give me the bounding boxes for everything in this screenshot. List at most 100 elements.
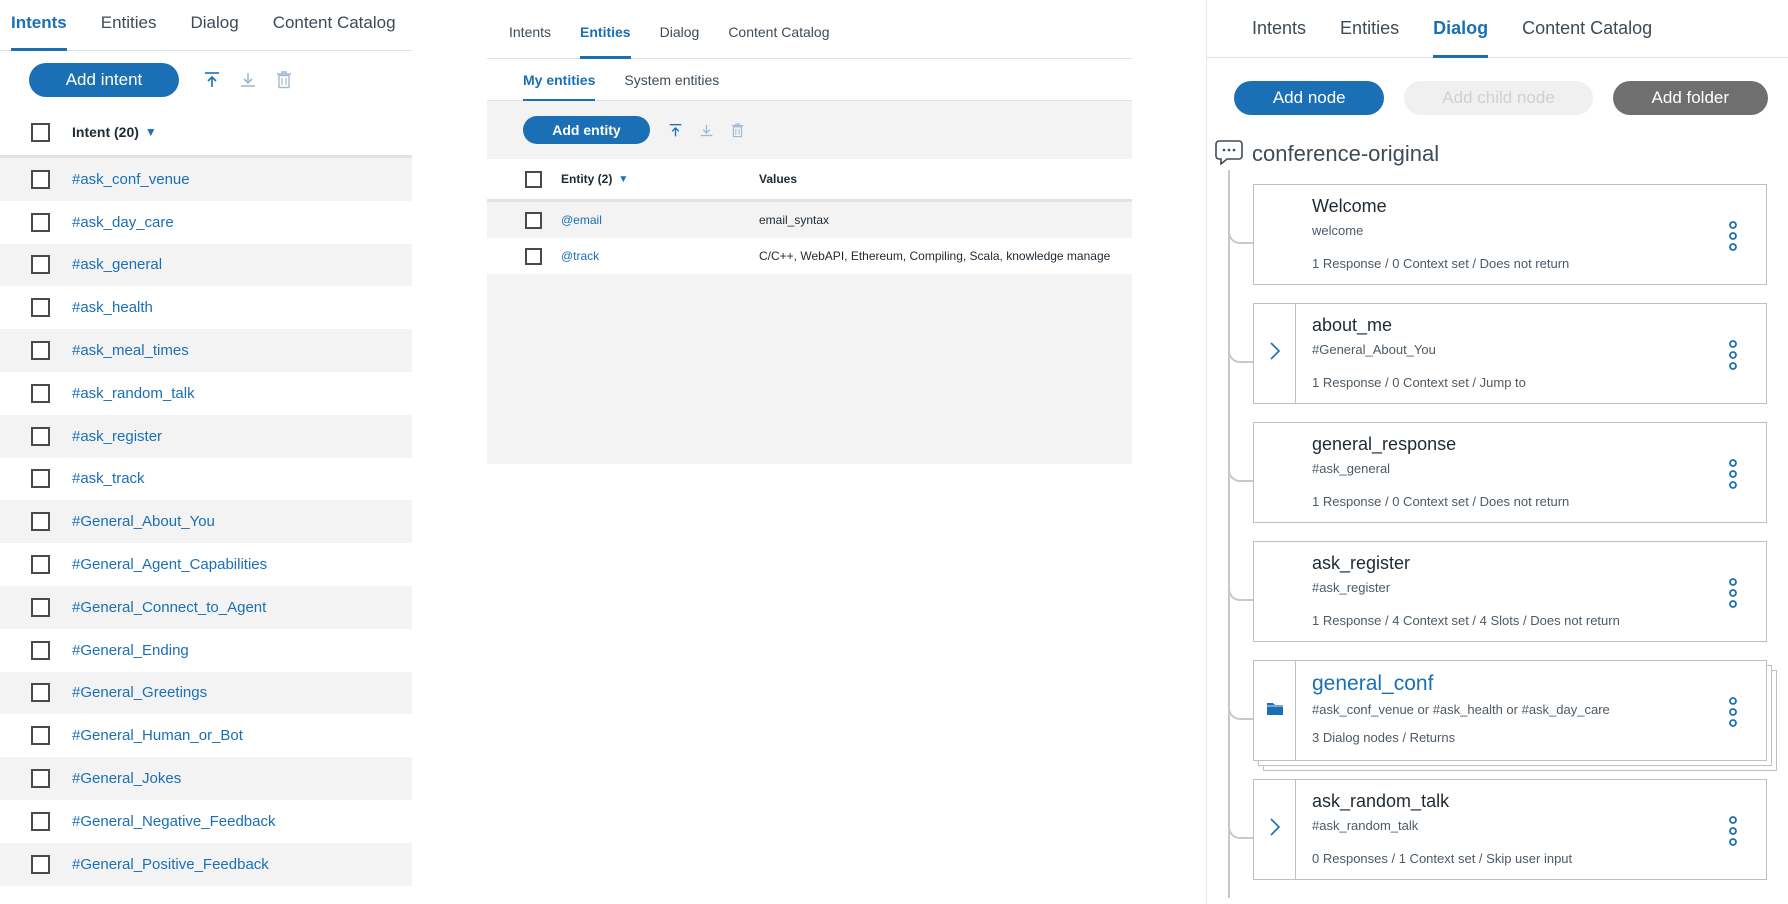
node-content: ask_random_talk #ask_random_talk 0 Respo… (1296, 780, 1766, 879)
dialog-node[interactable]: ask_register #ask_register 1 Response / … (1253, 541, 1767, 642)
tab-dialog[interactable]: Dialog (190, 13, 238, 50)
list-item: #General_Negative_Feedback (0, 800, 412, 843)
intent-link[interactable]: #ask_register (72, 428, 162, 445)
intent-link[interactable]: #General_Jokes (72, 770, 181, 787)
row-checkbox[interactable] (31, 854, 50, 874)
tab-content-catalog[interactable]: Content Catalog (1522, 18, 1652, 57)
trash-icon[interactable] (722, 116, 753, 144)
dialog-node[interactable]: general_response #ask_general 1 Response… (1253, 422, 1767, 523)
node-gutter (1254, 185, 1296, 284)
intent-link[interactable]: #ask_general (72, 256, 162, 273)
tab-content-catalog[interactable]: Content Catalog (728, 24, 829, 58)
subtab-my-entities[interactable]: My entities (523, 72, 596, 101)
row-checkbox[interactable] (31, 169, 50, 189)
select-all-checkbox[interactable] (31, 122, 50, 142)
row-checkbox[interactable] (31, 426, 50, 446)
sort-down-icon[interactable]: ▼ (618, 174, 628, 185)
overflow-menu-icon[interactable] (1728, 340, 1738, 370)
intent-link[interactable]: #ask_track (72, 470, 145, 487)
row-checkbox[interactable] (525, 247, 542, 265)
table-row: @email email_syntax (487, 202, 1132, 238)
intent-link[interactable]: #ask_meal_times (72, 342, 189, 359)
add-entity-button[interactable]: Add entity (523, 116, 650, 144)
add-node-button[interactable]: Add node (1234, 81, 1385, 115)
row-checkbox[interactable] (31, 597, 50, 617)
dialog-tree: Welcome welcome 1 Response / 0 Context s… (1207, 170, 1788, 898)
node-meta: 1 Response / 4 Context set / 4 Slots / D… (1312, 613, 1620, 628)
dialog-node-wrap: about_me #General_About_You 1 Response /… (1228, 303, 1788, 422)
intent-link[interactable]: #General_Human_or_Bot (72, 727, 243, 744)
row-checkbox[interactable] (31, 383, 50, 403)
tab-entities[interactable]: Entities (580, 24, 631, 59)
node-content: about_me #General_About_You 1 Response /… (1296, 304, 1766, 403)
download-icon[interactable] (230, 63, 266, 97)
dialog-node[interactable]: Welcome welcome 1 Response / 0 Context s… (1253, 184, 1767, 285)
tab-intents[interactable]: Intents (1252, 18, 1306, 57)
intent-list-header: Intent (20) ▼ (0, 109, 412, 158)
dialog-folder[interactable]: general_conf #ask_conf_venue or #ask_hea… (1253, 660, 1767, 761)
tab-entities[interactable]: Entities (101, 13, 157, 50)
intent-link[interactable]: #General_Negative_Feedback (72, 813, 275, 830)
intent-link[interactable]: #General_Ending (72, 642, 189, 659)
upload-icon[interactable] (660, 116, 691, 144)
node-gutter (1254, 304, 1296, 403)
entity-link[interactable]: @track (561, 249, 759, 263)
tab-intents[interactable]: Intents (11, 13, 67, 51)
intent-link[interactable]: #General_About_You (72, 513, 215, 530)
trash-icon[interactable] (266, 63, 302, 97)
intent-link[interactable]: #ask_health (72, 299, 153, 316)
row-checkbox[interactable] (31, 726, 50, 746)
row-checkbox[interactable] (31, 640, 50, 660)
intent-count-header[interactable]: Intent (20) (72, 124, 139, 140)
tab-entities[interactable]: Entities (1340, 18, 1399, 57)
tab-dialog[interactable]: Dialog (660, 24, 700, 58)
node-meta: 0 Responses / 1 Context set / Skip user … (1312, 851, 1573, 866)
tree-connector (1228, 779, 1253, 839)
row-checkbox[interactable] (31, 512, 50, 532)
tab-intents[interactable]: Intents (509, 24, 551, 58)
row-checkbox[interactable] (31, 341, 50, 361)
add-child-node-button[interactable]: Add child node (1404, 81, 1593, 115)
upload-icon[interactable] (194, 63, 230, 97)
intent-link[interactable]: #General_Connect_to_Agent (72, 599, 266, 616)
row-checkbox[interactable] (31, 769, 50, 789)
download-icon[interactable] (691, 116, 722, 144)
row-checkbox[interactable] (31, 255, 50, 275)
intent-link[interactable]: #ask_conf_venue (72, 171, 190, 188)
dialog-node[interactable]: about_me #General_About_You 1 Response /… (1253, 303, 1767, 404)
row-checkbox[interactable] (31, 212, 50, 232)
overflow-menu-icon[interactable] (1728, 459, 1738, 489)
select-all-checkbox[interactable] (525, 170, 542, 188)
intent-link[interactable]: #ask_random_talk (72, 385, 195, 402)
sort-down-icon[interactable]: ▼ (145, 125, 157, 139)
dialog-node-wrap: Welcome welcome 1 Response / 0 Context s… (1228, 184, 1788, 303)
chevron-right-icon[interactable] (1269, 342, 1280, 365)
list-item: #General_Positive_Feedback (0, 842, 412, 886)
overflow-menu-icon[interactable] (1728, 697, 1738, 727)
intent-link[interactable]: #General_Agent_Capabilities (72, 556, 267, 573)
entity-link[interactable]: @email (561, 213, 759, 227)
node-name: Welcome (1312, 196, 1387, 216)
row-checkbox[interactable] (31, 811, 50, 831)
row-checkbox[interactable] (31, 469, 50, 489)
row-checkbox[interactable] (31, 555, 50, 575)
tree-connector (1228, 660, 1253, 720)
add-intent-button[interactable]: Add intent (29, 63, 179, 97)
row-checkbox[interactable] (31, 683, 50, 703)
add-folder-button[interactable]: Add folder (1612, 81, 1768, 115)
dialog-node[interactable]: ask_random_talk #ask_random_talk 0 Respo… (1253, 779, 1767, 880)
entity-subtabs: My entities System entities (487, 59, 1132, 101)
tab-dialog[interactable]: Dialog (1433, 18, 1489, 58)
overflow-menu-icon[interactable] (1728, 221, 1738, 251)
overflow-menu-icon[interactable] (1728, 578, 1738, 608)
row-checkbox[interactable] (525, 211, 542, 229)
intent-link[interactable]: #ask_day_care (72, 214, 174, 231)
subtab-system-entities[interactable]: System entities (624, 72, 719, 100)
row-checkbox[interactable] (31, 298, 50, 318)
overflow-menu-icon[interactable] (1728, 816, 1738, 846)
chevron-right-icon[interactable] (1269, 818, 1280, 841)
intent-link[interactable]: #General_Greetings (72, 684, 207, 701)
intent-link[interactable]: #General_Positive_Feedback (72, 856, 269, 873)
tab-content-catalog[interactable]: Content Catalog (273, 13, 396, 50)
entity-column-header[interactable]: Entity (2) ▼ (561, 172, 759, 186)
